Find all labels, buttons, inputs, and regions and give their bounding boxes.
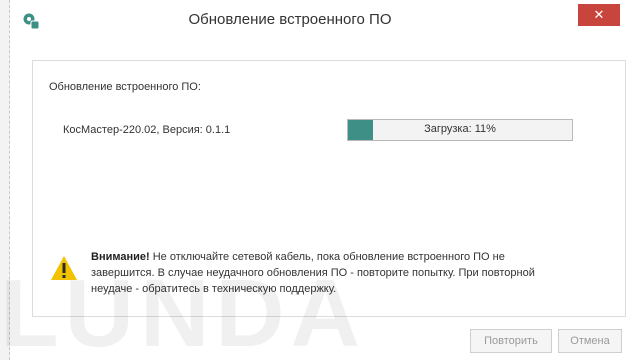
cancel-button[interactable]: Отмена	[558, 329, 622, 353]
close-button[interactable]: ✕	[578, 4, 620, 26]
upload-progress-bar: Загрузка: 11%	[347, 119, 573, 141]
close-icon: ✕	[593, 7, 605, 22]
warning-prefix: Внимание!	[91, 251, 150, 263]
device-version-label: КосМастер-220.02, Версия: 0.1.1	[63, 124, 231, 136]
retry-button[interactable]: Повторить	[470, 329, 552, 353]
section-heading: Обновление встроенного ПО:	[49, 81, 201, 93]
window-title: Обновление встроенного ПО	[188, 11, 392, 28]
title-bar: Обновление встроенного ПО ✕	[10, 0, 630, 40]
progress-label: Загрузка: 11%	[424, 123, 496, 135]
